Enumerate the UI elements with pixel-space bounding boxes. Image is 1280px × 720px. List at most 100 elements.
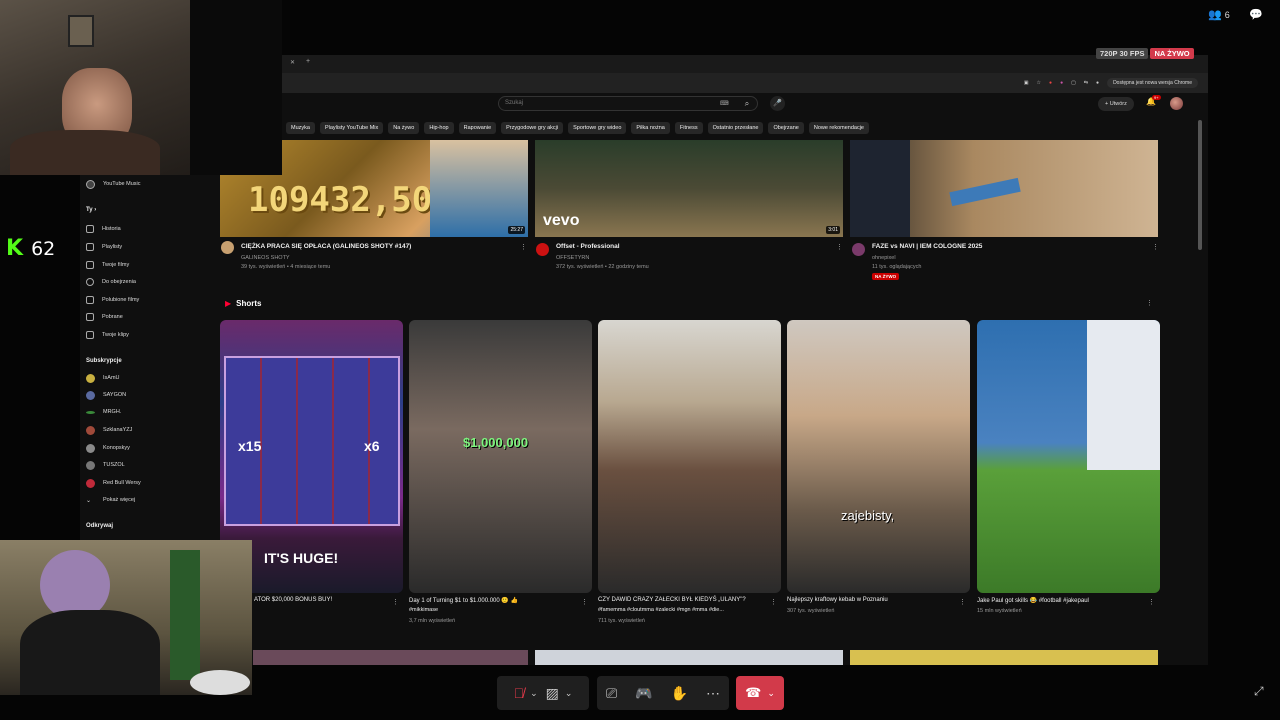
sidebar-show-more[interactable]: ⌄ Pokaż więcej	[86, 494, 135, 506]
channel-avatar[interactable]	[221, 241, 234, 254]
short-thumbnail[interactable]: zajebisty,	[787, 320, 970, 593]
mic-icon[interactable]: 🎤	[770, 96, 785, 111]
mic-muted-icon[interactable]: 🎙̸	[514, 685, 525, 701]
channel-avatar[interactable]	[852, 243, 865, 256]
sidebar-item-subscription[interactable]: SzklanaYZJ	[86, 424, 132, 436]
hang-up-button[interactable]: ☎ ⌄	[736, 676, 784, 710]
more-icon[interactable]: ⋮	[770, 598, 777, 606]
channel-name[interactable]: GALINEOS SHOTY	[241, 255, 290, 261]
chevron-down-icon[interactable]: ⌄	[565, 688, 573, 699]
multiplier-text: x15	[238, 438, 262, 454]
video-thumbnail[interactable]	[850, 140, 1158, 237]
channel-name[interactable]: OFFSETYRN	[556, 255, 589, 261]
screen-share-icon[interactable]: ⎚	[606, 685, 617, 702]
chip[interactable]: Na żywo	[388, 122, 420, 134]
more-icon[interactable]: ⋮	[1146, 299, 1153, 307]
chip[interactable]: Nowe rekomendacje	[808, 122, 869, 134]
more-options-icon[interactable]: ⋯	[706, 685, 720, 702]
playlist-icon	[86, 243, 94, 251]
more-icon[interactable]: ⋮	[392, 598, 399, 606]
sidebar-item-subscription[interactable]: MRGH.	[86, 406, 121, 418]
short-thumbnail[interactable]	[598, 320, 781, 593]
sidebar-item-clips[interactable]: Twoje klipy	[86, 329, 129, 341]
keyboard-icon[interactable]: ⌨	[720, 100, 729, 107]
chip[interactable]: Fitness	[674, 122, 703, 134]
more-icon[interactable]: ⋮	[520, 243, 527, 251]
gamepad-icon[interactable]: 🎮	[635, 685, 652, 702]
chip[interactable]: Rapowanie	[458, 122, 497, 134]
sidebar-item-watch-later[interactable]: Do obejrzenia	[86, 276, 136, 288]
duration-badge: 25:27	[508, 226, 525, 234]
sidebar-item-subscription[interactable]: TUSZOL	[86, 459, 125, 471]
chip[interactable]: Muzyka	[286, 122, 315, 134]
star-icon[interactable]: ☆	[1037, 80, 1041, 86]
search-input[interactable]: Szukaj	[498, 96, 758, 111]
short-title[interactable]: ATOR $20,000 BONUS BUY!	[254, 597, 332, 603]
more-icon[interactable]: ⋮	[1148, 598, 1155, 606]
extension-icon[interactable]: ▣	[1024, 80, 1029, 86]
you-header[interactable]: Ty ›	[86, 207, 96, 213]
video-thumbnail[interactable]	[850, 650, 1158, 665]
chip[interactable]: Hip-hop	[424, 122, 454, 134]
more-icon[interactable]: ⋮	[959, 598, 966, 606]
short-meta: 3,7 mln wyświetleń	[409, 618, 456, 624]
account-avatar[interactable]	[1170, 97, 1183, 110]
more-icon[interactable]: ⋮	[836, 243, 843, 251]
short-title-line2[interactable]: #mikkimase	[409, 607, 438, 613]
chevron-down-icon: ⌄	[767, 687, 775, 698]
sidebar-item-subscription[interactable]: SAYGON	[86, 389, 126, 401]
video-thumbnail[interactable]: vevo 3:01	[535, 140, 843, 237]
browser-toolbar: ▣ ☆ ● ● ▢ ⇆ ● Dostępna jest nowa wersja …	[218, 73, 1208, 93]
more-icon[interactable]: ⋮	[1152, 243, 1159, 251]
short-title[interactable]: Najlepszy kraftowy kebab w Poznaniu	[787, 597, 888, 603]
channel-name[interactable]: ohnepixel	[872, 255, 896, 261]
extension-icon[interactable]: ▢	[1071, 80, 1076, 86]
short-title[interactable]: Jake Paul got skills 😂 #football #jakepa…	[977, 597, 1089, 604]
chrome-update-button[interactable]: Dostępna jest nowa wersja Chrome	[1107, 78, 1198, 88]
more-icon[interactable]: ⋮	[581, 598, 588, 606]
close-tab-icon[interactable]: ✕	[290, 59, 295, 66]
extension-icon[interactable]: ⇆	[1084, 80, 1088, 86]
chat-icon[interactable]: 💬	[1249, 8, 1263, 21]
channel-avatar[interactable]	[536, 243, 549, 256]
sidebar-item-subscription[interactable]: Red Bull Wersy	[86, 477, 141, 489]
short-thumbnail[interactable]: $1,000,000	[409, 320, 592, 593]
chip[interactable]: Ostatnio przesłane	[707, 122, 764, 134]
explore-header: Odkrywaj	[86, 523, 114, 529]
short-title-line2[interactable]: #famemma #cloutmma #zalecki #mgn #mma #d…	[598, 607, 724, 613]
video-thumbnail[interactable]	[535, 650, 843, 665]
fullscreen-icon[interactable]: ⤢	[1254, 684, 1264, 699]
search-icon[interactable]: ⌕	[738, 96, 756, 111]
new-tab-icon[interactable]: +	[306, 58, 310, 65]
short-title[interactable]: Day 1 of Turning $1 to $1.000.000 🙂 👍	[409, 597, 518, 604]
activity-icon[interactable]: ✋	[671, 685, 688, 702]
sidebar-item-subscription[interactable]: Konopskyy	[86, 442, 130, 454]
sidebar-item-history[interactable]: Historia	[86, 223, 121, 235]
chip[interactable]: Piłka nożna	[631, 122, 670, 134]
video-title[interactable]: FAZE vs NAVI | IEM COLOGNE 2025	[872, 243, 982, 250]
video-thumbnail[interactable]	[253, 650, 528, 665]
video-title[interactable]: Offset - Professional	[556, 243, 620, 250]
create-button[interactable]: + Utwórz	[1098, 97, 1134, 111]
sidebar-item-downloads[interactable]: Pobrane	[86, 311, 123, 323]
sidebar-item-liked[interactable]: Polubione filmy	[86, 294, 139, 306]
short-title[interactable]: CZY DAWID CRAZY ZAŁECKI BYŁ KIEDYŚ „ULAN…	[598, 597, 746, 603]
chip[interactable]: Przygodowe gry akcji	[501, 122, 564, 134]
short-thumbnail[interactable]	[977, 320, 1160, 593]
profile-icon[interactable]: ●	[1096, 80, 1099, 86]
extension-icon[interactable]: ●	[1060, 80, 1063, 86]
scrollbar-thumb[interactable]	[1198, 120, 1202, 250]
sidebar-item-music[interactable]: YouTube Music	[86, 178, 141, 190]
sidebar-item-your-videos[interactable]: Twoje filmy	[86, 259, 129, 271]
camera-off-icon[interactable]: ▨	[546, 685, 559, 702]
webcam-guest	[0, 540, 252, 695]
chip[interactable]: Sportowe gry wideo	[568, 122, 627, 134]
chip[interactable]: Obejrzane	[768, 122, 804, 134]
participants-indicator[interactable]: 👥 6	[1208, 8, 1230, 21]
sidebar-item-playlists[interactable]: Playlisty	[86, 241, 122, 253]
chevron-down-icon[interactable]: ⌄	[530, 688, 538, 699]
chip[interactable]: Playlisty YouTube Mix	[319, 122, 384, 134]
extension-icon[interactable]: ●	[1049, 80, 1052, 86]
video-title[interactable]: CIĘŻKA PRACA SIĘ OPŁACA (GALINEOS SHOTY …	[241, 243, 411, 250]
sidebar-item-subscription[interactable]: IsAmU	[86, 372, 120, 384]
